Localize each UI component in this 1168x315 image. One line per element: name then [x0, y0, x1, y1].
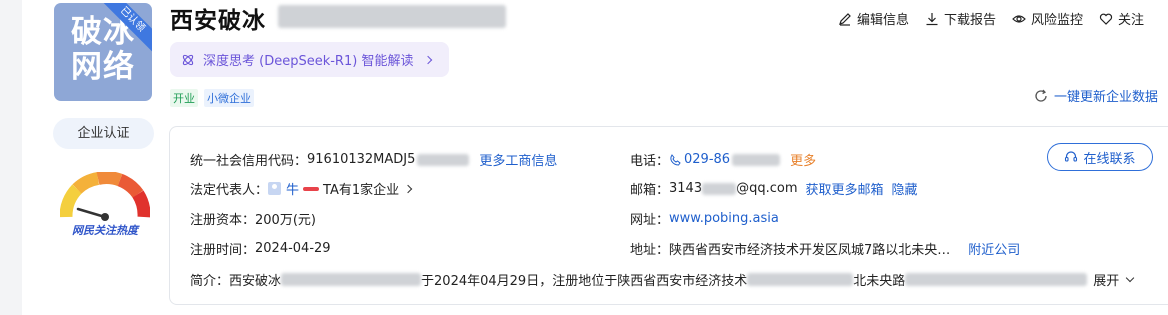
- phone-redacted: [732, 153, 781, 166]
- nearby-companies-link[interactable]: 附近公司: [968, 239, 1020, 258]
- capital-row: 注册资本： 200万(元): [190, 209, 316, 228]
- follow-button[interactable]: 关注: [1099, 9, 1144, 28]
- capital-label: 注册资本：: [190, 213, 256, 228]
- credit-code-label: 统一社会信用代码：: [190, 154, 308, 169]
- email-suffix: @qq.com: [736, 181, 798, 196]
- credit-code-redacted: [417, 153, 470, 166]
- heart-icon: [1099, 13, 1113, 25]
- credit-code-value: 91610132MADJ5: [307, 152, 416, 167]
- status-tag: 开业: [170, 89, 198, 107]
- risk-monitor-button[interactable]: 风险监控: [1012, 9, 1083, 28]
- heat-gauge-caption: 网民关注热度: [72, 224, 138, 237]
- risk-monitor-label: 风险监控: [1031, 13, 1084, 28]
- redacted-mark: [303, 186, 320, 191]
- legal-rep-company-count[interactable]: TA有1家企业: [323, 179, 399, 198]
- follow-label: 关注: [1118, 13, 1145, 28]
- edit-info-button[interactable]: 编辑信息: [838, 9, 909, 28]
- chevron-down-icon: [1125, 273, 1135, 283]
- email-row: 邮箱： 3143 @qq.com 获取更多邮箱 隐藏: [630, 179, 918, 198]
- address-label: 地址：: [630, 243, 670, 258]
- refresh-data-label: 一键更新企业数据: [1054, 90, 1159, 105]
- reg-date-row: 注册时间： 2024-04-29: [190, 239, 331, 258]
- phone-icon: [670, 153, 681, 166]
- reg-date-value: 2024-04-29: [255, 241, 331, 256]
- phone-value[interactable]: 029-86: [684, 152, 730, 167]
- online-contact-button[interactable]: 在线联系: [1047, 143, 1153, 171]
- email-redacted: [702, 182, 737, 195]
- intro-part2: 于2024年04月29日，注册地位于陕西省西安市经济技术: [421, 274, 748, 289]
- company-name: 西安破冰: [170, 8, 266, 34]
- chevron-right-icon: [403, 184, 413, 193]
- website-row: 网址： www.pobing.asia: [630, 209, 779, 228]
- intro-row: 简介： 西安破冰 于2024年04月29日，注册地位于陕西省西安市经济技术 北未…: [190, 270, 1135, 289]
- company-logo: 破冰 网络 已认领: [54, 3, 152, 101]
- credit-code-row: 统一社会信用代码： 91610132MADJ5 更多工商信息: [190, 150, 557, 169]
- more-phone-link[interactable]: 更多: [790, 150, 816, 169]
- heat-gauge-icon: [60, 172, 150, 221]
- header-actions: 编辑信息 下载报告 风险监控 关注: [838, 9, 1144, 28]
- reg-date-label: 注册时间：: [190, 243, 256, 258]
- address-row: 地址： 陕西省西安市经济技术开发区凤城7路以北未央… 附近公司: [630, 239, 1020, 258]
- ai-interpretation-label: 深度思考 (DeepSeek-R1) 智能解读: [203, 54, 414, 69]
- company-name-redacted: [278, 5, 506, 28]
- intro-redacted-1: [281, 273, 422, 286]
- intro-redacted-2: [747, 273, 854, 286]
- legal-rep-label: 法定代表人：: [190, 183, 269, 198]
- edit-info-label: 编辑信息: [857, 13, 910, 28]
- online-contact-label: 在线联系: [1083, 151, 1136, 167]
- hide-email-link[interactable]: 隐藏: [892, 179, 918, 198]
- logo-text-line2: 网络: [71, 49, 135, 85]
- avatar: [268, 182, 282, 195]
- chevron-right-icon: [424, 55, 433, 64]
- eye-icon: [1012, 14, 1026, 23]
- address-value: 陕西省西安市经济技术开发区凤城7路以北未央…: [669, 243, 951, 258]
- legal-rep-row: 法定代表人： 牛 TA有1家企业: [190, 179, 413, 198]
- enterprise-certification-button[interactable]: 企业认证: [53, 118, 154, 149]
- expand-button[interactable]: 展开: [1093, 270, 1119, 289]
- capital-value: 200万(元): [255, 213, 316, 228]
- download-icon: [926, 12, 938, 25]
- website-link[interactable]: www.pobing.asia: [669, 211, 779, 226]
- get-more-email-link[interactable]: 获取更多邮箱: [806, 179, 884, 198]
- refresh-icon: [1035, 89, 1047, 102]
- refresh-data-button[interactable]: 一键更新企业数据: [1034, 86, 1158, 105]
- company-tags: 开业 小微企业: [170, 89, 254, 107]
- email-label: 邮箱：: [630, 183, 670, 198]
- scale-tag[interactable]: 小微企业: [204, 89, 254, 107]
- edit-icon: [839, 12, 851, 26]
- intro-part1: 西安破冰: [229, 274, 282, 289]
- intro-redacted-3: [905, 273, 1088, 286]
- download-report-button[interactable]: 下载报告: [925, 9, 996, 28]
- intro-part3: 北未央路: [853, 274, 906, 289]
- phone-row: 电话： 029-86 更多: [630, 150, 816, 169]
- download-report-label: 下载报告: [944, 13, 997, 28]
- legal-rep-name[interactable]: 牛: [286, 179, 299, 198]
- ai-interpretation-pill[interactable]: 深度思考 (DeepSeek-R1) 智能解读: [170, 42, 449, 77]
- intro-label: 简介：: [190, 274, 230, 289]
- email-prefix: 3143: [669, 181, 703, 196]
- phone-label: 电话：: [630, 154, 670, 169]
- ai-atom-icon: [182, 54, 194, 65]
- more-business-info-link[interactable]: 更多工商信息: [479, 150, 557, 169]
- headset-icon: [1065, 151, 1078, 162]
- company-info-card: 统一社会信用代码： 91610132MADJ5 更多工商信息 法定代表人： 牛 …: [169, 126, 1168, 305]
- website-label: 网址：: [630, 213, 670, 228]
